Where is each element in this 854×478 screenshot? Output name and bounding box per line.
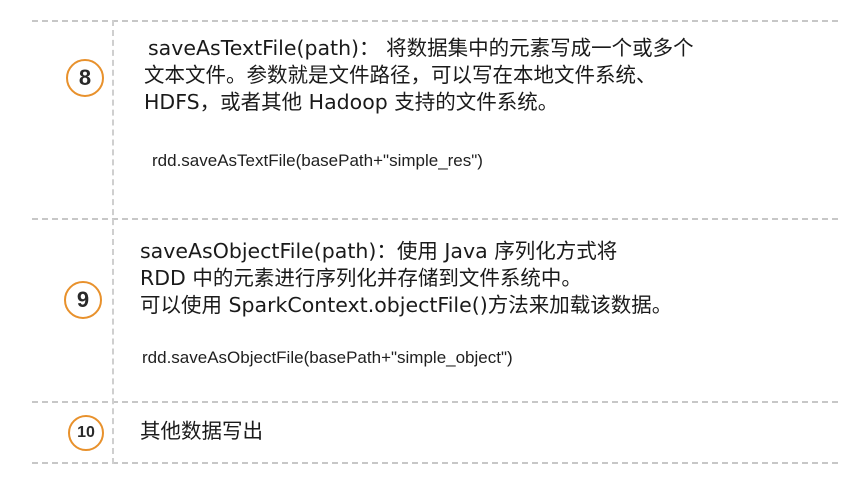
row-description-line: 其他数据写出 [140,419,263,443]
row-number: 8 [78,65,92,90]
row-description-line: saveAsTextFile(path)： 将数据集中的元素写成一个或多个 [148,36,694,60]
table-row: 9 saveAsObjectFile(path)：使用 Java 序列化方式将 … [32,218,838,401]
row-description-line: 可以使用 SparkContext.objectFile()方法来加载该数据。 [140,293,673,317]
row-description-line: HDFS，或者其他 Hadoop 支持的文件系统。 [144,90,559,114]
row-description-line: 文本文件。参数就是文件路径，可以写在本地文件系统、 [144,63,657,87]
row-number-badge: 10 [68,415,104,451]
row-number: 9 [76,287,90,312]
row-number: 10 [77,424,95,441]
row-number-badge: 8 [66,59,104,97]
row-number-badge: 9 [64,281,102,319]
code-example: rdd.saveAsTextFile(basePath+"simple_res"… [152,151,483,170]
row-description-line: saveAsObjectFile(path)：使用 Java 序列化方式将 [140,239,618,263]
code-example: rdd.saveAsObjectFile(basePath+"simple_ob… [142,348,513,367]
table-row: 10 其他数据写出 [32,401,838,462]
api-table: 8 saveAsTextFile(path)： 将数据集中的元素写成一个或多个 … [32,20,838,464]
table-bottom-border [32,462,838,464]
table-row: 8 saveAsTextFile(path)： 将数据集中的元素写成一个或多个 … [32,20,838,218]
row-description-line: RDD 中的元素进行序列化并存储到文件系统中。 [140,266,582,290]
